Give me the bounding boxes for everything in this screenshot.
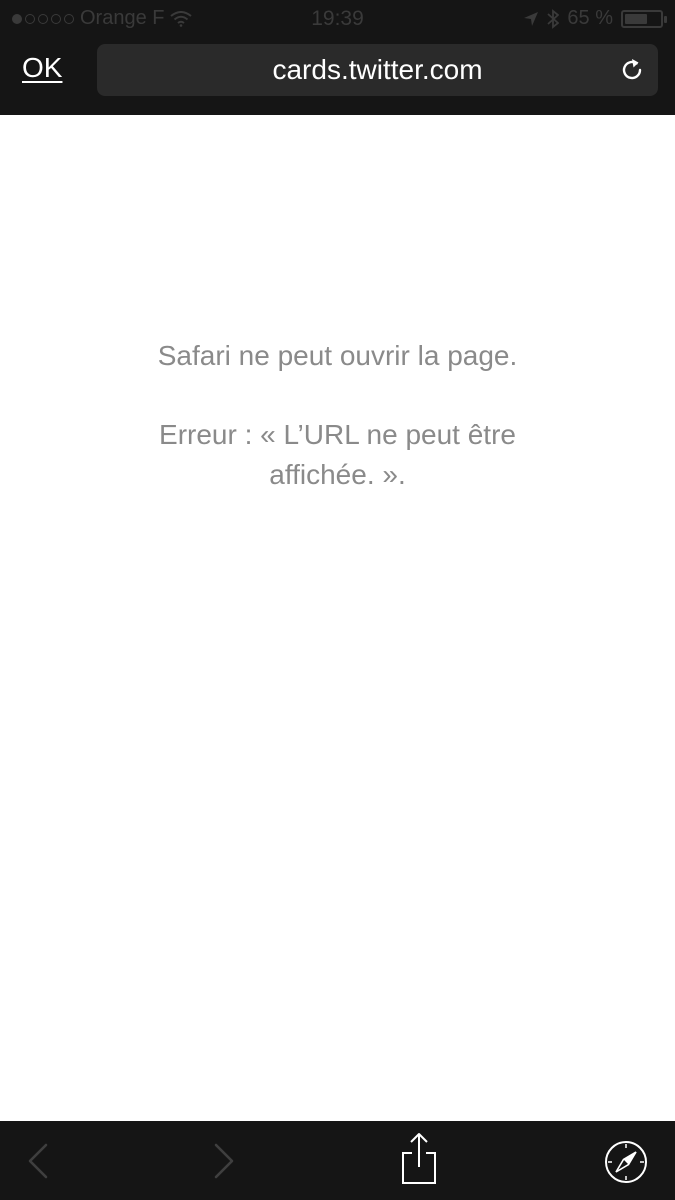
battery-icon [621,9,667,28]
battery-percent: 65 % [567,7,613,29]
status-bar: Orange F 19:39 65 % [0,0,675,38]
chevron-left-icon[interactable] [24,1141,52,1181]
top-bar: Orange F 19:39 65 % OK cards.twitter.com [0,0,675,115]
error-message: Erreur : « L’URL ne peut être affichée. … [0,415,675,495]
chevron-right-icon[interactable] [210,1141,238,1181]
error-line: affichée. ». [269,459,406,490]
compass-icon[interactable] [603,1139,649,1185]
battery-cap [664,15,667,23]
location-arrow-icon [524,11,539,26]
error-title: Safari ne peut ouvrir la page. [157,340,518,371]
error-line: Erreur : « L’URL ne peut être [159,419,516,450]
address-bar[interactable]: cards.twitter.com [97,44,658,96]
battery-fill [625,13,647,24]
url-text: cards.twitter.com [272,54,483,85]
bluetooth-icon [547,8,560,29]
status-right: 65 % [523,7,667,30]
reload-icon[interactable] [618,56,646,84]
done-button[interactable]: OK [22,52,62,84]
bottom-toolbar [0,1121,675,1200]
share-icon[interactable] [398,1131,440,1187]
